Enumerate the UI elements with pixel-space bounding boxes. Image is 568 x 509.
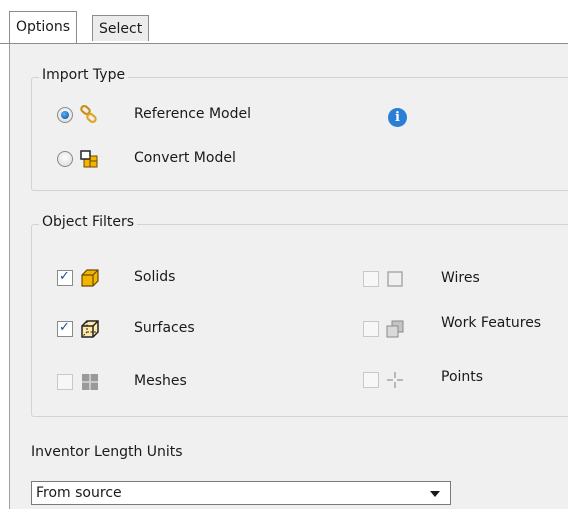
object-filters-title: Object Filters xyxy=(39,214,138,230)
import-type-title: Import Type xyxy=(39,67,129,83)
surfaces-checkbox[interactable] xyxy=(57,320,73,337)
object-filters-group: Object Filters Solids xyxy=(31,214,568,417)
point-crosshair-icon xyxy=(385,370,405,390)
solids-label: Solids xyxy=(134,269,176,285)
surfaces-filter[interactable]: Surfaces xyxy=(57,318,257,340)
reference-model-radio[interactable] xyxy=(57,107,73,123)
convert-model-radio[interactable] xyxy=(57,151,73,167)
length-units-value: From source xyxy=(36,485,122,501)
meshes-filter[interactable]: Meshes xyxy=(57,371,257,393)
mesh-grid-icon xyxy=(80,372,100,392)
meshes-checkbox[interactable] xyxy=(57,374,73,390)
tab-select[interactable]: Select xyxy=(92,15,150,41)
meshes-label: Meshes xyxy=(134,373,187,389)
surface-cube-icon xyxy=(80,319,100,339)
wire-square-icon xyxy=(385,269,405,289)
options-panel: Import Type Reference Model Convert Mode… xyxy=(9,44,568,509)
chevron-down-icon[interactable] xyxy=(430,491,440,497)
convert-model-label: Convert Model xyxy=(134,150,236,166)
tab-options[interactable]: Options xyxy=(9,11,78,43)
work-features-label: Work Features xyxy=(441,315,542,331)
wires-filter[interactable]: Wires xyxy=(363,268,568,290)
info-icon[interactable]: i xyxy=(388,108,407,127)
work-features-filter[interactable]: Work Features xyxy=(363,315,568,340)
chain-link-icon xyxy=(79,104,99,125)
wires-label: Wires xyxy=(441,270,480,286)
convert-block-icon xyxy=(79,149,99,169)
length-units-label: Inventor Length Units xyxy=(31,444,183,460)
work-plane-icon xyxy=(385,319,405,339)
surfaces-label: Surfaces xyxy=(134,320,195,336)
points-filter[interactable]: Points xyxy=(363,369,568,391)
tab-strip: Options Select xyxy=(0,0,568,44)
reference-model-option[interactable]: Reference Model xyxy=(57,104,317,126)
work-features-checkbox[interactable] xyxy=(363,321,379,337)
solids-checkbox[interactable] xyxy=(57,269,73,286)
points-checkbox[interactable] xyxy=(363,372,379,388)
convert-model-option[interactable]: Convert Model xyxy=(57,148,317,170)
length-units-select[interactable]: From source xyxy=(31,481,451,505)
reference-model-label: Reference Model xyxy=(134,106,251,122)
wires-checkbox[interactable] xyxy=(363,271,379,287)
solid-cube-icon xyxy=(80,268,100,288)
points-label: Points xyxy=(441,369,484,385)
solids-filter[interactable]: Solids xyxy=(57,267,257,289)
import-type-group: Import Type Reference Model Convert Mode… xyxy=(31,67,568,191)
